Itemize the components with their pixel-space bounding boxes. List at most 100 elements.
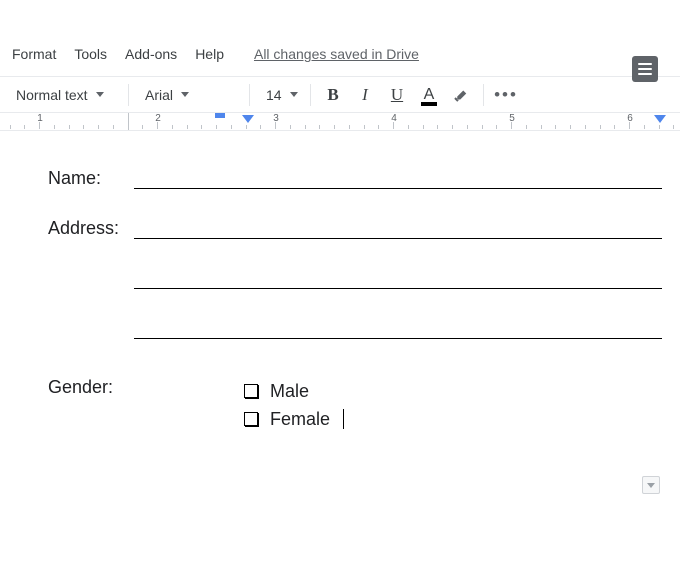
ruler-tick bbox=[275, 122, 276, 129]
option-female-label: Female bbox=[270, 405, 330, 433]
checkbox-icon bbox=[244, 412, 258, 426]
ruler-tick bbox=[511, 122, 512, 129]
ruler-tick bbox=[526, 125, 527, 129]
ruler-tick bbox=[541, 125, 542, 129]
ruler-tick bbox=[142, 125, 143, 129]
font-family-label: Arial bbox=[145, 87, 173, 103]
horizontal-ruler[interactable]: 1 2 3 4 5 6 bbox=[0, 113, 680, 131]
font-family-dropdown[interactable]: Arial bbox=[137, 81, 241, 109]
ruler-tick bbox=[393, 122, 394, 129]
ruler-tick bbox=[570, 125, 571, 129]
highlight-color-button[interactable] bbox=[447, 81, 475, 109]
toolbar-separator bbox=[249, 84, 250, 106]
font-size-label: 14 bbox=[266, 87, 282, 103]
name-label: Name: bbox=[48, 168, 134, 189]
form-row-address-3 bbox=[48, 317, 662, 339]
form-row-name: Name: bbox=[48, 167, 662, 189]
more-tools-button[interactable]: ••• bbox=[492, 81, 520, 109]
ruler-tick bbox=[69, 125, 70, 129]
comment-icon-bar bbox=[638, 68, 652, 70]
menu-bar: Format Tools Add-ons Help All changes sa… bbox=[0, 38, 680, 70]
formatting-toolbar: Normal text Arial 14 B I U A ••• bbox=[0, 77, 680, 113]
ruler-tick bbox=[349, 125, 350, 129]
ruler-tick bbox=[659, 125, 660, 129]
toolbar-separator bbox=[310, 84, 311, 106]
ruler-tick bbox=[629, 122, 630, 129]
menu-addons[interactable]: Add-ons bbox=[125, 46, 177, 62]
save-status-link[interactable]: All changes saved in Drive bbox=[254, 46, 419, 62]
text-color-swatch bbox=[421, 102, 437, 106]
ruler-tick bbox=[408, 125, 409, 129]
paragraph-style-label: Normal text bbox=[16, 87, 88, 103]
underline-button[interactable]: U bbox=[383, 81, 411, 109]
ruler-tick bbox=[39, 122, 40, 129]
ruler-tick bbox=[128, 125, 129, 129]
ruler-tick bbox=[437, 125, 438, 129]
italic-button[interactable]: I bbox=[351, 81, 379, 109]
comment-icon-bar bbox=[638, 63, 652, 65]
ruler-tick bbox=[157, 122, 158, 129]
paragraph-style-dropdown[interactable]: Normal text bbox=[8, 81, 120, 109]
chevron-down-icon bbox=[290, 92, 298, 97]
text-cursor bbox=[343, 409, 344, 429]
chevron-down-icon bbox=[647, 483, 655, 488]
form-row-address-2 bbox=[48, 267, 662, 289]
ruler-tick bbox=[600, 125, 601, 129]
highlighter-icon bbox=[452, 86, 470, 104]
underline-icon: U bbox=[391, 85, 403, 105]
chevron-down-icon bbox=[96, 92, 104, 97]
ruler-tick bbox=[187, 125, 188, 129]
bold-icon: B bbox=[327, 85, 338, 105]
toolbar-separator bbox=[128, 84, 129, 106]
ruler-tick bbox=[231, 125, 232, 129]
gender-option-male: Male bbox=[244, 377, 344, 405]
gender-label: Gender: bbox=[48, 377, 134, 398]
checkbox-icon bbox=[244, 384, 258, 398]
form-row-gender: Gender: Male Female bbox=[48, 377, 662, 433]
explore-button[interactable] bbox=[642, 476, 660, 494]
comment-icon-bar bbox=[638, 73, 652, 75]
ruler-tick bbox=[614, 125, 615, 129]
ruler-tick bbox=[216, 125, 217, 129]
ruler-tick bbox=[496, 125, 497, 129]
more-icon: ••• bbox=[494, 85, 518, 105]
address-blank-line bbox=[134, 267, 662, 289]
ruler-tick bbox=[378, 125, 379, 129]
ruler-tick bbox=[555, 125, 556, 129]
chevron-down-icon bbox=[181, 92, 189, 97]
document-page[interactable]: Name: Address: Gender: Male Female bbox=[0, 131, 680, 433]
ruler-tick bbox=[24, 125, 25, 129]
comment-history-button[interactable] bbox=[632, 56, 658, 82]
right-indent-marker[interactable] bbox=[654, 115, 666, 123]
ruler-tick bbox=[482, 125, 483, 129]
option-male-label: Male bbox=[270, 377, 309, 405]
ruler-tick bbox=[98, 125, 99, 129]
ruler-tick bbox=[305, 125, 306, 129]
menu-tools[interactable]: Tools bbox=[74, 46, 107, 62]
ruler-tick bbox=[113, 125, 114, 129]
ruler-tick bbox=[644, 125, 645, 129]
ruler-tick bbox=[673, 125, 674, 129]
text-color-button[interactable]: A bbox=[415, 81, 443, 109]
font-size-dropdown[interactable]: 14 bbox=[258, 81, 302, 109]
menu-format[interactable]: Format bbox=[12, 46, 56, 62]
ruler-tick bbox=[364, 125, 365, 129]
ruler-tick bbox=[172, 125, 173, 129]
name-blank-line bbox=[134, 167, 662, 189]
ruler-tick bbox=[246, 125, 247, 129]
ruler-tick bbox=[423, 125, 424, 129]
menu-help[interactable]: Help bbox=[195, 46, 224, 62]
address-blank-line bbox=[134, 217, 662, 239]
ruler-tick bbox=[319, 125, 320, 129]
ruler-tick bbox=[334, 125, 335, 129]
ruler-tick bbox=[452, 125, 453, 129]
left-indent-marker[interactable] bbox=[242, 115, 254, 123]
toolbar-separator bbox=[483, 84, 484, 106]
ruler-tick bbox=[83, 125, 84, 129]
first-line-indent-marker[interactable] bbox=[215, 113, 225, 118]
ruler-ticks: 1 2 3 4 5 6 bbox=[0, 113, 680, 130]
address-label: Address: bbox=[48, 218, 134, 239]
form-row-address-1: Address: bbox=[48, 217, 662, 239]
bold-button[interactable]: B bbox=[319, 81, 347, 109]
ruler-tick bbox=[290, 125, 291, 129]
